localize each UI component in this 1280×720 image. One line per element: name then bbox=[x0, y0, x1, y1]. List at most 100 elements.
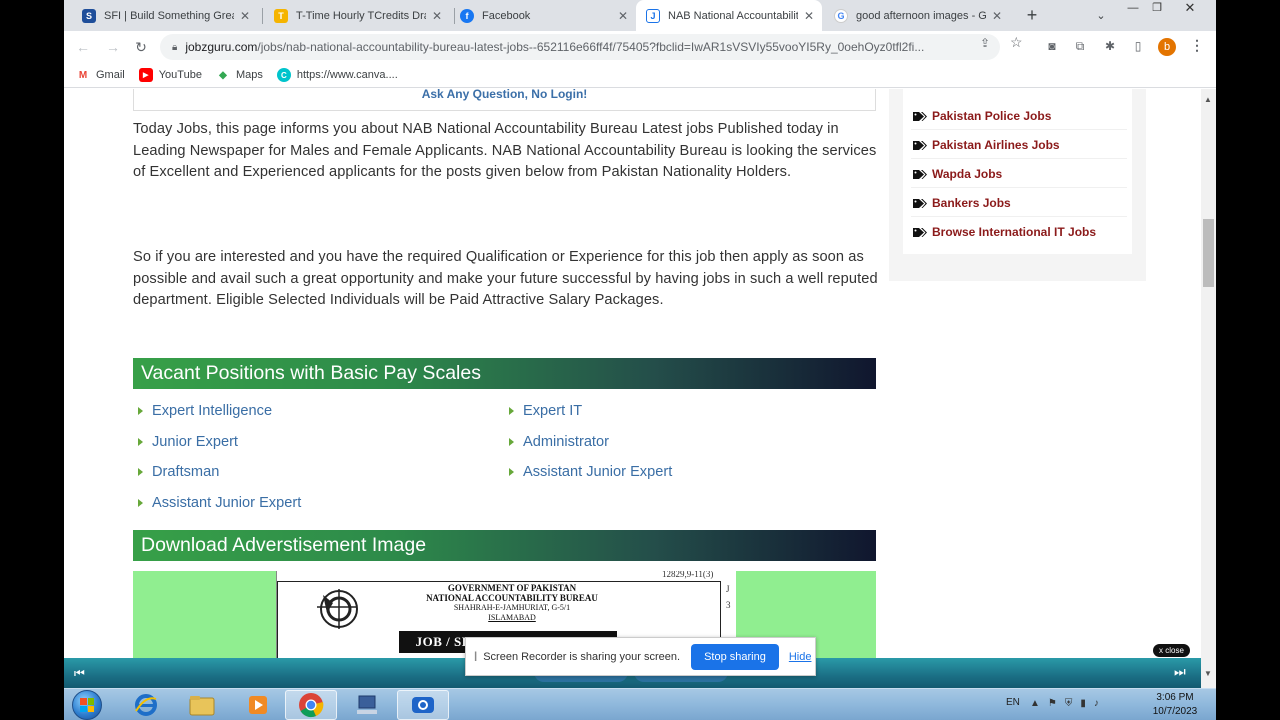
screen-recorder-app[interactable] bbox=[397, 690, 449, 720]
position-link[interactable]: Assistant Junior Expert bbox=[138, 495, 301, 511]
ask-question-box[interactable]: Ask Any Question, No Login! bbox=[133, 89, 876, 111]
back-arrow-icon[interactable]: ← bbox=[72, 36, 94, 58]
bookmark-star-icon[interactable]: ☆ bbox=[1010, 34, 1023, 51]
file-explorer-app[interactable] bbox=[176, 690, 228, 720]
sidebar-link-international-it[interactable]: Browse International IT Jobs bbox=[913, 225, 1096, 239]
facebook-favicon-icon: f bbox=[460, 8, 474, 23]
google-favicon-icon: G bbox=[834, 8, 848, 23]
new-tab-button[interactable]: + bbox=[1020, 4, 1044, 28]
tab-nab-active[interactable]: J NAB National Accountability ✕ bbox=[636, 0, 822, 31]
sidebar-link-label: Pakistan Police Jobs bbox=[932, 109, 1052, 123]
clock-date: 10/7/2023 bbox=[1152, 706, 1198, 717]
reload-icon[interactable]: ↻ bbox=[130, 36, 152, 58]
folder-icon bbox=[189, 696, 215, 716]
sidebar: Pakistan Police Jobs Pakistan Airlines J… bbox=[889, 89, 1146, 281]
youtube-icon: ▶ bbox=[138, 68, 153, 82]
share-notice-text: Screen Recorder is sharing your screen. bbox=[483, 650, 681, 663]
share-icon[interactable]: ⇪ bbox=[980, 36, 990, 50]
address-bar[interactable]: 🔒︎ jobzguru.com/jobs/nab-national-accoun… bbox=[160, 34, 1000, 60]
tab-label: SFI | Build Something Great bbox=[104, 9, 234, 22]
chrome-app[interactable] bbox=[285, 690, 337, 720]
sidebar-divider bbox=[911, 216, 1127, 217]
position-link[interactable]: Junior Expert bbox=[138, 434, 238, 450]
bookmark-gmail[interactable]: M Gmail bbox=[76, 68, 125, 82]
side-panel-icon[interactable]: ▯ bbox=[1130, 39, 1146, 53]
bookmark-maps[interactable]: ◆ Maps bbox=[216, 68, 263, 82]
signal-icon: ▮ bbox=[1080, 698, 1094, 709]
position-link[interactable]: Draftsman bbox=[138, 464, 219, 480]
window-close-icon[interactable]: ✕ bbox=[1170, 0, 1210, 18]
stop-sharing-button[interactable]: Stop sharing bbox=[691, 643, 779, 670]
apply-paragraph: So if you are interested and you have th… bbox=[133, 249, 878, 308]
page-scrollbar[interactable]: ▲ ▼ bbox=[1201, 89, 1216, 688]
internet-explorer-app[interactable] bbox=[120, 690, 172, 720]
bookmark-label: Gmail bbox=[96, 69, 125, 81]
bullet-arrow-icon bbox=[138, 468, 143, 476]
close-icon[interactable]: ✕ bbox=[804, 9, 814, 23]
extensions-puzzle-icon[interactable]: ✱ bbox=[1102, 39, 1118, 53]
sfi-favicon-icon: S bbox=[82, 8, 96, 23]
extension-screen-icon[interactable]: ⧉ bbox=[1072, 39, 1088, 54]
tab-google[interactable]: G good afternoon images - G ✕ bbox=[824, 0, 1010, 31]
system-tray-icons[interactable]: ▲⚑⛨▮♪ bbox=[1030, 698, 1107, 709]
recorder-close-button[interactable]: x close bbox=[1153, 644, 1190, 657]
tab-sfi[interactable]: S SFI | Build Something Great ✕ bbox=[72, 0, 258, 31]
rewind-icon[interactable]: ⏮ bbox=[74, 666, 85, 681]
chrome-icon bbox=[299, 693, 324, 718]
camera-icon bbox=[412, 697, 434, 713]
profile-avatar[interactable]: b bbox=[1158, 38, 1176, 56]
hide-link[interactable]: Hide bbox=[789, 651, 812, 663]
gmail-icon: M bbox=[78, 69, 88, 81]
position-link[interactable]: Administrator bbox=[509, 434, 609, 450]
bookmark-label: YouTube bbox=[158, 69, 202, 81]
tab-label: good afternoon images - G bbox=[856, 9, 986, 22]
bullet-arrow-icon bbox=[138, 499, 143, 507]
scroll-down-arrow-icon[interactable]: ▼ bbox=[1204, 669, 1212, 678]
screen-share-notice: || Screen Recorder is sharing your scree… bbox=[465, 637, 816, 676]
language-indicator[interactable]: EN bbox=[1006, 697, 1020, 708]
ad-bureau-line: NATIONAL ACCOUNTABILITY BUREAU bbox=[426, 593, 598, 603]
menu-kebab-icon[interactable]: ⋮ bbox=[1190, 37, 1204, 54]
tab-search-chevron-icon[interactable]: ⌄ bbox=[1090, 5, 1112, 27]
minimize-icon[interactable]: — bbox=[1122, 0, 1144, 18]
scroll-thumb[interactable] bbox=[1203, 219, 1214, 287]
bookmark-canva[interactable]: C https://www.canva.... bbox=[276, 68, 398, 82]
media-player-app[interactable] bbox=[232, 690, 284, 720]
browser-toolbar: ← → ↻ 🔒︎ jobzguru.com/jobs/nab-national-… bbox=[64, 31, 1216, 63]
start-button[interactable] bbox=[72, 690, 102, 720]
close-icon[interactable]: ✕ bbox=[240, 9, 250, 23]
tab-facebook[interactable]: f Facebook ✕ bbox=[450, 0, 636, 31]
bullet-arrow-icon bbox=[509, 407, 514, 415]
sidebar-link-police[interactable]: Pakistan Police Jobs bbox=[913, 109, 1051, 123]
tray-shield-icon: ⛨ bbox=[1064, 698, 1081, 709]
restore-icon[interactable]: ❐ bbox=[1146, 0, 1168, 18]
position-link[interactable]: Expert Intelligence bbox=[138, 403, 272, 419]
fast-forward-icon[interactable]: ⏭ bbox=[1174, 664, 1186, 680]
position-label: Assistant Junior Expert bbox=[523, 464, 673, 480]
close-icon[interactable]: ✕ bbox=[992, 9, 1002, 23]
close-icon[interactable]: ✕ bbox=[432, 9, 442, 23]
download-ad-heading: Download Adverstisement Image bbox=[133, 530, 876, 561]
scroll-up-arrow-icon[interactable]: ▲ bbox=[1204, 95, 1212, 104]
volume-icon: ♪ bbox=[1093, 698, 1107, 709]
forward-arrow-icon[interactable]: → bbox=[102, 36, 124, 58]
system-clock[interactable]: 3:06 PM 10/7/2023 bbox=[1140, 691, 1210, 719]
sidebar-link-bankers[interactable]: Bankers Jobs bbox=[913, 196, 1011, 210]
ask-question-link[interactable]: Ask Any Question, No Login! bbox=[422, 89, 588, 101]
sidebar-link-wapda[interactable]: Wapda Jobs bbox=[913, 167, 1002, 181]
extension-camera-icon[interactable]: ◙ bbox=[1044, 39, 1060, 53]
browser-window: S SFI | Build Something Great ✕ T T-Time… bbox=[64, 0, 1216, 688]
position-link[interactable]: Expert IT bbox=[509, 403, 582, 419]
ad-address-line: SHAHRAH-E-JAMHURIAT, G-5/1 bbox=[453, 603, 571, 612]
bookmark-youtube[interactable]: ▶ YouTube bbox=[138, 68, 202, 82]
sidebar-link-airlines[interactable]: Pakistan Airlines Jobs bbox=[913, 138, 1060, 152]
network-computer-icon bbox=[357, 695, 377, 714]
tags-icon bbox=[913, 169, 927, 179]
position-label: Administrator bbox=[523, 434, 609, 450]
tab-tcredits[interactable]: T T-Time Hourly TCredits Draw ✕ bbox=[264, 0, 450, 31]
drag-handle-icon[interactable]: || bbox=[474, 651, 478, 662]
network-app[interactable] bbox=[341, 690, 393, 720]
close-icon[interactable]: ✕ bbox=[618, 9, 628, 23]
canva-icon: C bbox=[276, 68, 291, 82]
position-link[interactable]: Assistant Junior Expert bbox=[509, 464, 672, 480]
